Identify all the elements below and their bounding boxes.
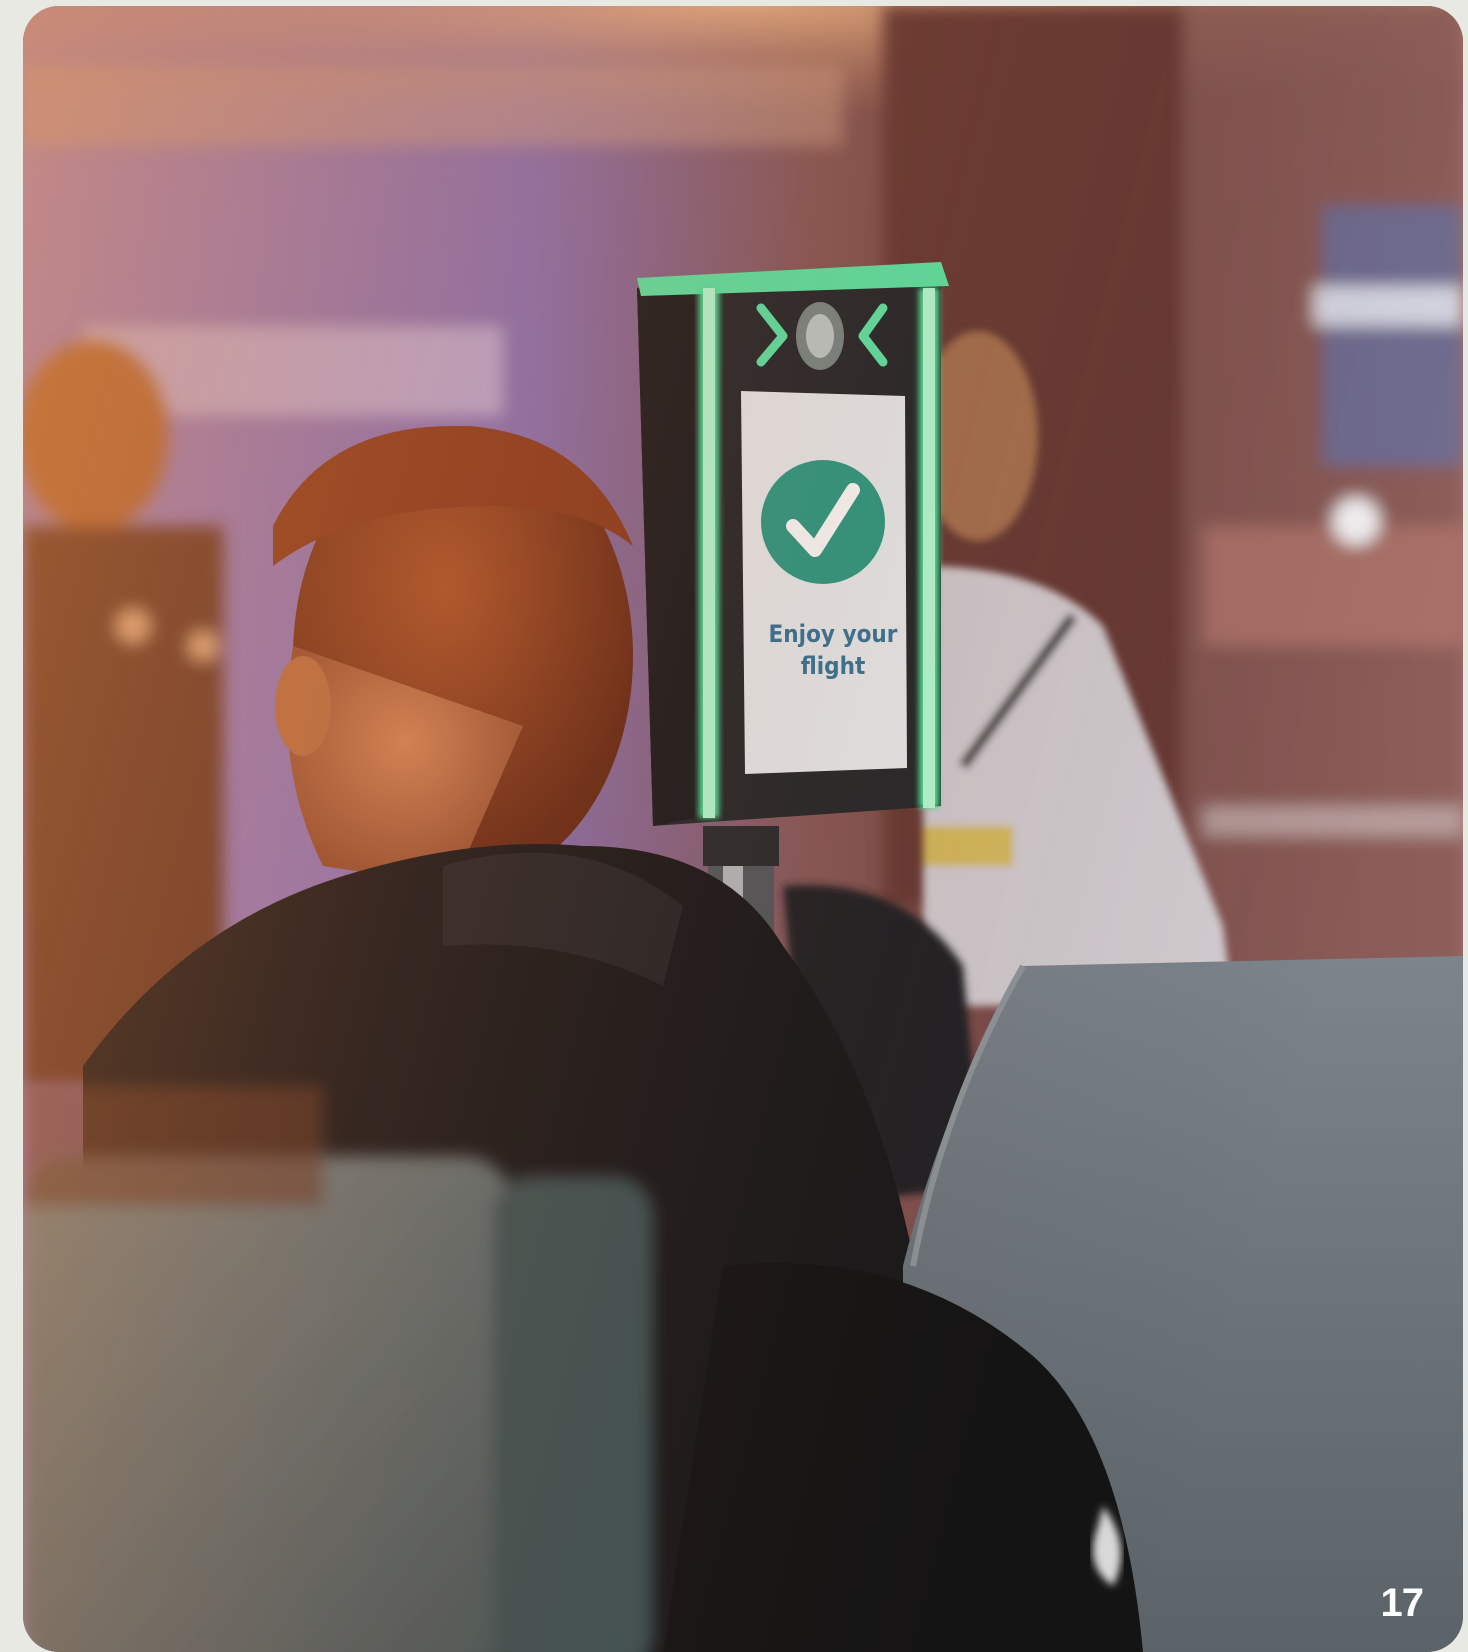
kiosk-screen-message: Enjoy your flight bbox=[768, 620, 898, 680]
photo-scene bbox=[23, 6, 1463, 1652]
boarding-photo: Enjoy your flight 17 bbox=[23, 6, 1463, 1652]
page-number: 17 bbox=[1380, 1581, 1424, 1625]
